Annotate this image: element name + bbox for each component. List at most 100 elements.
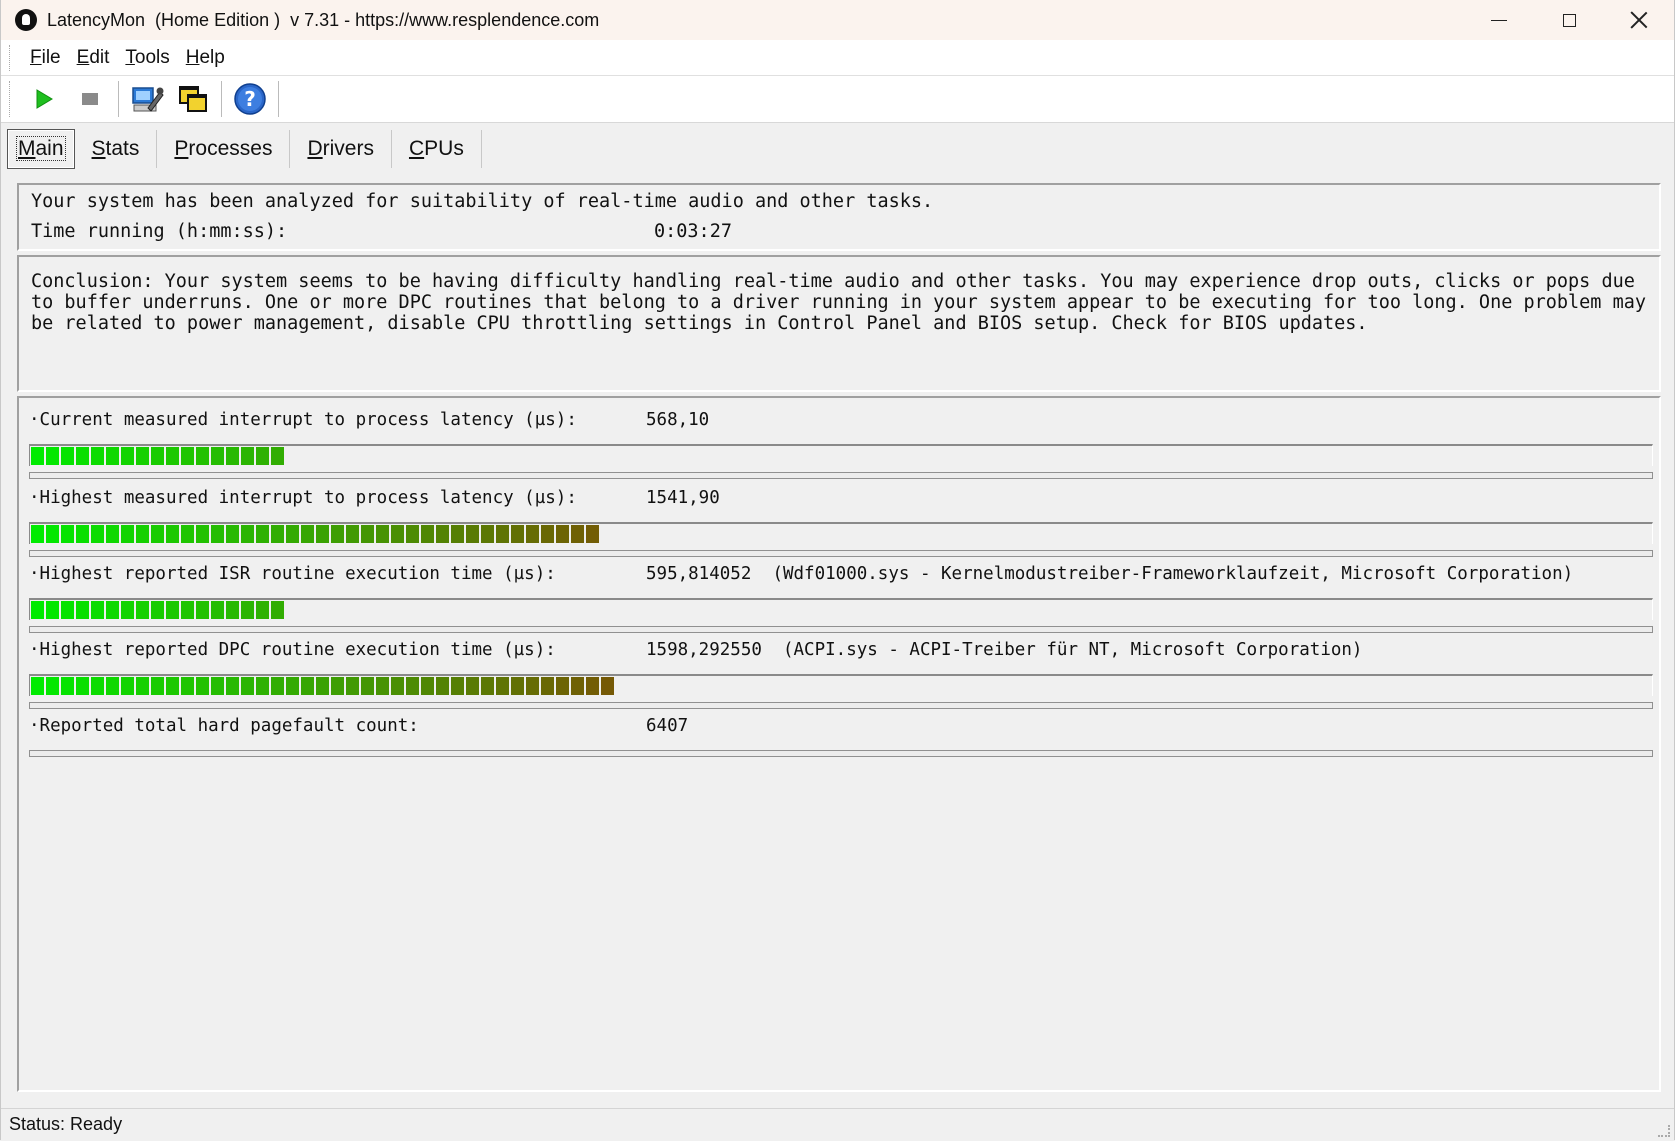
tab-drivers[interactable]: Drivers — [290, 130, 392, 168]
windows-stack-icon — [179, 86, 207, 112]
close-button[interactable] — [1604, 0, 1674, 40]
latency-meter — [29, 674, 1653, 696]
meter-segment — [421, 677, 434, 695]
meter-segment — [571, 677, 584, 695]
meter-segment — [361, 677, 374, 695]
latency-meter — [29, 444, 1653, 466]
start-button[interactable] — [26, 81, 62, 117]
meter-segment — [196, 447, 209, 465]
meter-segment — [256, 601, 269, 619]
windows-button[interactable] — [175, 81, 211, 117]
meter-segment — [31, 601, 44, 619]
row-separator — [29, 626, 1653, 633]
time-running-value: 0:03:27 — [654, 221, 732, 242]
meter-segment — [121, 601, 134, 619]
meter-segment — [181, 601, 194, 619]
metric-value: 595,814052 (Wdf01000.sys - Kernelmodustr… — [646, 564, 1573, 584]
metric-value: 1541,90 — [646, 488, 720, 508]
meter-segment — [151, 525, 164, 543]
meter-segment — [541, 525, 554, 543]
meter-segment — [241, 677, 254, 695]
meter-segment — [466, 677, 479, 695]
meter-segment — [226, 601, 239, 619]
meter-segment — [91, 677, 104, 695]
meter-segment — [31, 677, 44, 695]
meter-segment — [106, 601, 119, 619]
tab-cpus[interactable]: CPUs — [392, 130, 482, 168]
conclusion-text: Conclusion: Your system seems to be havi… — [31, 271, 1647, 334]
meter-segment — [181, 447, 194, 465]
meter-segment — [346, 525, 359, 543]
analyzed-text: Your system has been analyzed for suitab… — [31, 191, 934, 212]
latency-meter — [29, 522, 1653, 544]
meter-segment — [496, 677, 509, 695]
meter-segment — [106, 525, 119, 543]
meter-segment — [571, 525, 584, 543]
meter-segment — [76, 525, 89, 543]
meter-segment — [376, 525, 389, 543]
metric-label: ·Highest reported ISR routine execution … — [29, 564, 556, 584]
close-icon — [1630, 11, 1648, 29]
play-icon — [36, 89, 53, 109]
metric-label: ·Reported total hard pagefault count: — [29, 716, 419, 736]
meter-segment — [166, 525, 179, 543]
meter-segment — [196, 525, 209, 543]
meter-segment — [211, 677, 224, 695]
meter-segment — [91, 601, 104, 619]
meter-segment — [121, 677, 134, 695]
metric-driver-info: (Wdf01000.sys - Kernelmodustreiber-Frame… — [772, 564, 1574, 584]
maximize-button[interactable] — [1534, 0, 1604, 40]
meter-segment — [601, 677, 614, 695]
metric-driver-info: (ACPI.sys - ACPI-Treiber für NT, Microso… — [782, 640, 1363, 660]
minimize-button[interactable] — [1464, 0, 1534, 40]
meter-segment — [76, 677, 89, 695]
meter-segment — [46, 677, 59, 695]
menu-edit[interactable]: Edit — [69, 47, 118, 69]
meter-segment — [151, 677, 164, 695]
help-button[interactable]: ? — [232, 81, 268, 117]
meter-segment — [586, 677, 599, 695]
meter-segment — [61, 677, 74, 695]
toolbar-grip[interactable] — [9, 81, 12, 117]
menu-tools[interactable]: Tools — [117, 47, 177, 69]
summary-panel: Your system has been analyzed for suitab… — [17, 183, 1661, 251]
meter-segment — [256, 447, 269, 465]
menu-file[interactable]: File — [22, 47, 69, 69]
meter-segment — [556, 525, 569, 543]
meter-segment — [421, 525, 434, 543]
resize-grip[interactable] — [1658, 1125, 1670, 1137]
toolbar: ? — [1, 76, 1674, 123]
metric-number: 6407 — [646, 716, 689, 736]
meter-segment — [271, 447, 284, 465]
metric-number: 1598,292550 — [646, 640, 762, 660]
metric-label: ·Highest measured interrupt to process l… — [29, 488, 577, 508]
menu-help[interactable]: Help — [178, 47, 233, 69]
meter-segment — [256, 677, 269, 695]
title-bar[interactable]: LatencyMon (Home Edition ) v 7.31 - http… — [1, 0, 1674, 40]
meter-segment — [136, 447, 149, 465]
metrics-panel: ·Current measured interrupt to process l… — [17, 396, 1661, 1092]
menu-grip[interactable] — [9, 44, 12, 71]
meter-segment — [316, 677, 329, 695]
metric-number: 568,10 — [646, 410, 710, 430]
meter-segment — [211, 525, 224, 543]
meter-segment — [61, 525, 74, 543]
tab-stats[interactable]: Stats — [75, 130, 158, 168]
meter-segment — [166, 677, 179, 695]
meter-segment — [586, 525, 599, 543]
maximize-icon — [1562, 13, 1576, 27]
tab-main[interactable]: Main — [7, 129, 75, 169]
meter-segment — [526, 525, 539, 543]
meter-segment — [286, 525, 299, 543]
metric-value: 6407 — [646, 716, 688, 736]
tab-strip: Main Stats Processes Drivers CPUs — [1, 128, 482, 170]
computer-settings-button[interactable] — [129, 81, 165, 117]
tab-processes[interactable]: Processes — [157, 130, 291, 168]
latency-meter-fill — [31, 677, 616, 695]
meter-segment — [526, 677, 539, 695]
status-text: Status: Ready — [9, 1114, 123, 1134]
stop-button[interactable] — [72, 81, 108, 117]
meter-segment — [511, 677, 524, 695]
meter-segment — [346, 677, 359, 695]
computer-wrench-icon — [132, 87, 164, 112]
